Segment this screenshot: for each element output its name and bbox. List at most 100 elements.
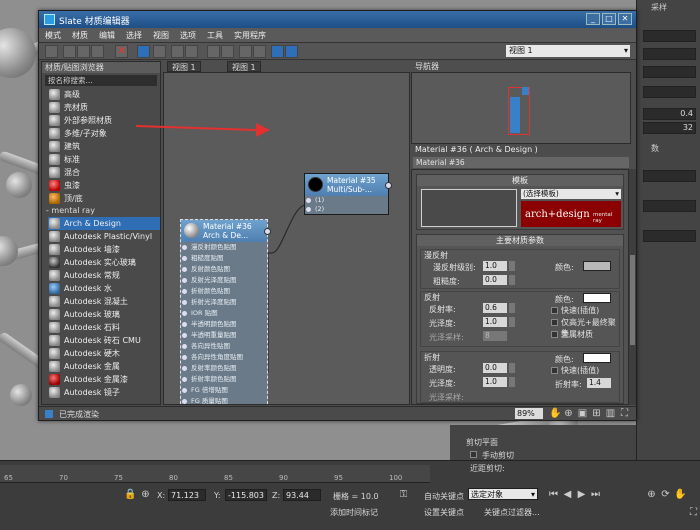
refr-fast-interp-checkbox[interactable] xyxy=(551,367,558,374)
menu-options[interactable]: 选项 xyxy=(174,28,201,41)
material-list-item[interactable]: 高级 xyxy=(48,88,160,101)
menu-view[interactable]: 视图 xyxy=(147,28,174,41)
material-list-item[interactable]: 壳材质 xyxy=(48,101,160,114)
spinner[interactable] xyxy=(509,317,515,327)
reflectivity-input[interactable]: 0.6 xyxy=(483,303,507,313)
put-to-scene-icon[interactable] xyxy=(77,45,90,58)
material-list-item[interactable]: Autodesk 金属 xyxy=(48,360,160,373)
pan-icon[interactable]: ✋ xyxy=(549,408,561,419)
transform-mode-icon[interactable]: ⊕ xyxy=(140,489,151,500)
slot-pin[interactable] xyxy=(306,207,311,212)
close-button[interactable]: ✕ xyxy=(618,13,632,25)
material-list-item[interactable]: 顶/底 xyxy=(48,192,160,205)
slot-pin[interactable] xyxy=(182,289,187,294)
slot-pin[interactable] xyxy=(182,366,187,371)
panel-field[interactable] xyxy=(643,66,696,78)
slot-pin[interactable] xyxy=(182,278,187,283)
y-coord-field[interactable]: -115.803 xyxy=(225,489,267,501)
material-list-item[interactable]: Autodesk Plastic/Vinyl xyxy=(48,230,160,243)
parameter-editor-toggle-icon[interactable] xyxy=(285,45,298,58)
refr-color-swatch[interactable] xyxy=(583,353,611,363)
material-name-field[interactable]: Material #36 xyxy=(413,157,629,168)
ior-input[interactable]: 1.4 xyxy=(587,378,611,388)
node-slot[interactable]: 反射率颜色贴图 xyxy=(181,363,267,374)
material-list-item[interactable]: 标准 xyxy=(48,153,160,166)
zoom-region-icon[interactable]: ▣ xyxy=(577,408,588,419)
navigator-view[interactable] xyxy=(411,72,631,144)
node-slot[interactable]: (1) xyxy=(305,196,388,205)
refl-gloss-input[interactable]: 1.0 xyxy=(483,317,507,327)
panel-number-field[interactable]: 0.4 xyxy=(643,108,696,120)
rollout-title[interactable]: 模板 xyxy=(417,175,623,186)
material-list-item[interactable]: Autodesk 墙漆 xyxy=(48,243,160,256)
panel-field[interactable] xyxy=(643,30,696,42)
x-coord-field[interactable]: 71.123 xyxy=(168,489,206,501)
show-map-icon[interactable] xyxy=(171,45,184,58)
diffuse-level-input[interactable]: 1.0 xyxy=(483,261,507,271)
spinner[interactable] xyxy=(509,275,515,285)
spinner[interactable] xyxy=(509,363,515,373)
maximize-button[interactable]: □ xyxy=(602,13,616,25)
slot-pin[interactable] xyxy=(182,333,187,338)
view-select[interactable]: 视图 1 ▾ xyxy=(506,45,630,57)
menu-utilities[interactable]: 实用程序 xyxy=(228,28,271,41)
lock-icon[interactable]: 🔒 xyxy=(124,489,136,500)
mental-ray-group[interactable]: - mental ray xyxy=(46,205,160,217)
panel-field[interactable] xyxy=(643,230,696,242)
show-background-icon[interactable] xyxy=(185,45,198,58)
maximize-view-icon[interactable]: ⛶ xyxy=(688,507,699,518)
node-slot[interactable]: 半透明重量贴图 xyxy=(181,330,267,341)
zoom-view-icon[interactable]: ⊕ xyxy=(646,489,657,500)
spinner[interactable] xyxy=(509,377,515,387)
scroll-thumb[interactable] xyxy=(630,255,635,345)
autokey-select[interactable]: 选定对象 ▾ xyxy=(468,488,538,500)
material-list-item[interactable]: 建筑 xyxy=(48,140,160,153)
refl-samples-input[interactable]: 8 xyxy=(483,331,507,341)
panel-field[interactable] xyxy=(643,48,696,60)
timeline[interactable]: 65 70 75 80 85 90 95 100 xyxy=(0,465,430,483)
node-slot[interactable]: 粗糙度贴图 xyxy=(181,253,267,264)
slot-pin[interactable] xyxy=(182,300,187,305)
node-slot[interactable]: (2) xyxy=(305,205,388,214)
browser-toggle-icon[interactable] xyxy=(271,45,284,58)
fast-interp-checkbox[interactable] xyxy=(551,307,558,314)
transparency-input[interactable]: 0.0 xyxy=(483,363,507,373)
roughness-input[interactable]: 0.0 xyxy=(483,275,507,285)
menu-select[interactable]: 选择 xyxy=(120,28,147,41)
show-end-result-icon[interactable] xyxy=(253,45,266,58)
layout-children-icon[interactable] xyxy=(221,45,234,58)
highlight-fg-checkbox[interactable] xyxy=(551,319,558,326)
tab-view-1[interactable]: 视图 1 xyxy=(167,61,201,72)
move-children-icon[interactable] xyxy=(137,45,150,58)
slot-pin[interactable] xyxy=(182,399,187,404)
output-pin[interactable] xyxy=(264,228,271,235)
node-slot[interactable]: 漫反射颜色贴图 xyxy=(181,242,267,253)
material-list-item[interactable]: Autodesk 混凝土 xyxy=(48,295,160,308)
menu-material[interactable]: 材质 xyxy=(66,28,93,41)
material-list-item[interactable]: Autodesk 金属漆 xyxy=(48,373,160,386)
rollout-title[interactable]: 主要材质参数 xyxy=(417,235,623,246)
select-tool-icon[interactable] xyxy=(45,45,58,58)
key-icon[interactable]: ⚿ xyxy=(398,489,409,500)
zoom-extents-icon[interactable]: ⊞ xyxy=(591,408,602,419)
diffuse-color-swatch[interactable] xyxy=(583,261,611,271)
play-next-icon[interactable]: ⏭ xyxy=(590,489,601,500)
material-list-item[interactable]: 虫漆 xyxy=(48,179,160,192)
slot-pin[interactable] xyxy=(306,198,311,203)
pan-view-icon[interactable]: ✋ xyxy=(674,489,686,500)
node-slot[interactable]: 折射颜色贴图 xyxy=(181,286,267,297)
node-slot[interactable]: FG 倍增贴图 xyxy=(181,385,267,396)
delete-icon[interactable]: ✕ xyxy=(115,45,128,58)
hide-unused-slots-icon[interactable] xyxy=(153,45,166,58)
slot-pin[interactable] xyxy=(182,355,187,360)
panel-field[interactable] xyxy=(643,86,696,98)
node-slot[interactable]: 反射光泽度贴图 xyxy=(181,275,267,286)
material-list-item[interactable]: 混合 xyxy=(48,166,160,179)
material-list-item[interactable]: Autodesk 水 xyxy=(48,282,160,295)
orbit-icon[interactable]: ⟳ xyxy=(660,489,671,500)
play-icon[interactable]: ▶ xyxy=(576,489,587,500)
material-list-item[interactable]: Autodesk 砖石 CMU xyxy=(48,334,160,347)
assign-material-icon[interactable] xyxy=(91,45,104,58)
play-start-icon[interactable]: ⏮ xyxy=(548,489,559,500)
metal-material-checkbox[interactable] xyxy=(551,331,558,338)
